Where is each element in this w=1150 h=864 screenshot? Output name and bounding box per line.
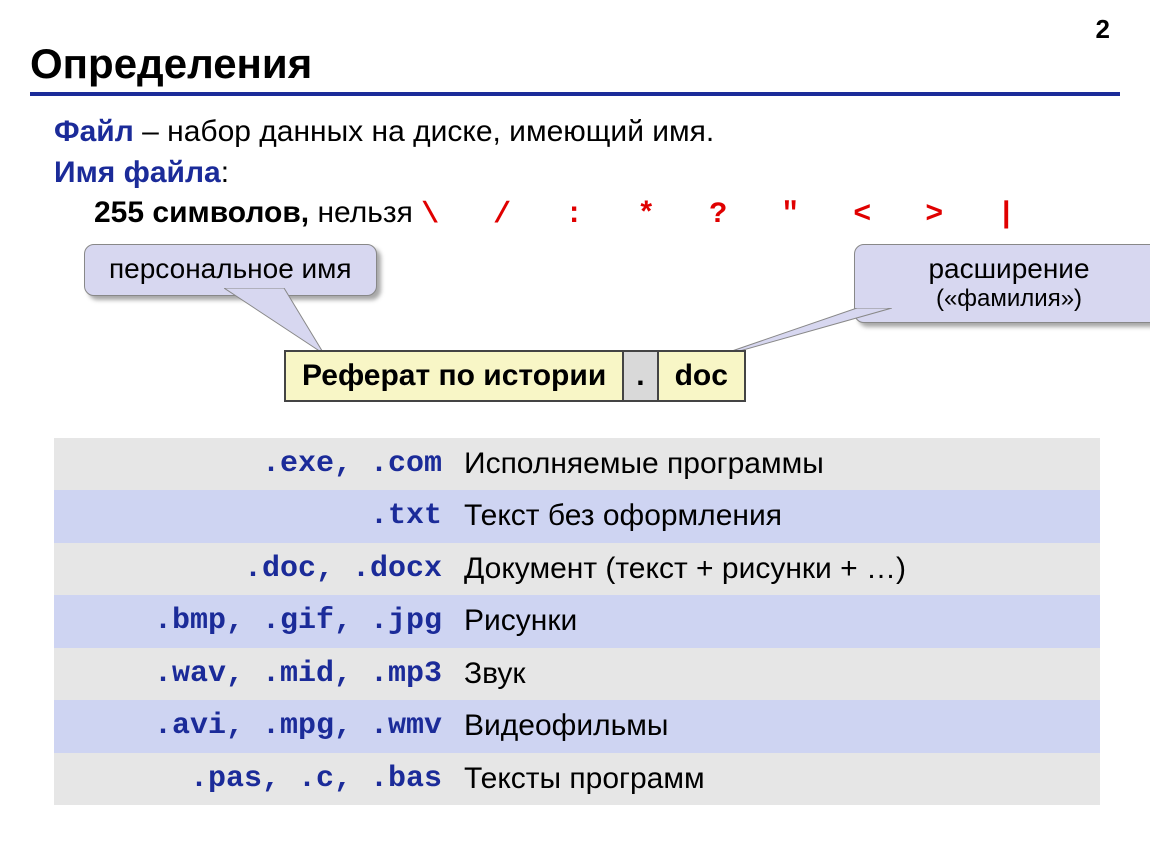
description-cell: Документ (текст + рисунки + …) — [456, 543, 1100, 596]
extension-cell: .txt — [54, 490, 456, 543]
description-cell: Видеофильмы — [456, 700, 1100, 753]
table-row: .wav, .mid, .mp3Звук — [54, 648, 1100, 701]
term-filename: Имя файла — [54, 156, 221, 189]
slide-body: Файл – набор данных на диске, имеющий им… — [30, 102, 1120, 805]
slide-title: Определения — [30, 40, 1120, 96]
rule-line: 255 символов, нельзя \ / : * ? ″ < > | — [54, 193, 1100, 236]
extension-cell: .doc, .docx — [54, 543, 456, 596]
description-cell: Текст без оформления — [456, 490, 1100, 543]
filename-base: Реферат по истории — [286, 352, 622, 401]
filename-ext: doc — [659, 352, 744, 401]
table-row: .doc, .docxДокумент (текст + рисунки + …… — [54, 543, 1100, 596]
table-row: .avi, .mpg, .wmvВидеофильмы — [54, 700, 1100, 753]
slide: Определения Файл – набор данных на диске… — [0, 0, 1150, 805]
callout-extension: расширение («фамилия») — [854, 244, 1150, 324]
rule-plain: нельзя — [309, 196, 421, 229]
table-row: .bmp, .gif, .jpgРисунки — [54, 595, 1100, 648]
table-row: .txtТекст без оформления — [54, 490, 1100, 543]
filename-heading: Имя файла: — [54, 153, 1100, 194]
extension-cell: .wav, .mid, .mp3 — [54, 648, 456, 701]
filename-dot: . — [622, 352, 658, 401]
table-row: .pas, .c, .basТексты программ — [54, 753, 1100, 806]
description-cell: Тексты программ — [456, 753, 1100, 806]
term-file: Файл — [54, 115, 134, 148]
callout-extension-sub: («фамилия») — [879, 285, 1139, 313]
filename-colon: : — [221, 156, 229, 189]
callout-extension-title: расширение — [928, 253, 1089, 284]
table-row: .exe, .comИсполняемые программы — [54, 438, 1100, 491]
description-cell: Звук — [456, 648, 1100, 701]
definition-line: Файл – набор данных на диске, имеющий им… — [54, 112, 1100, 153]
description-cell: Рисунки — [456, 595, 1100, 648]
page-number: 2 — [1096, 14, 1110, 45]
rule-limit: 255 символов, — [94, 196, 309, 229]
extensions-table: .exe, .comИсполняемые программы.txtТекст… — [54, 438, 1100, 806]
extension-cell: .bmp, .gif, .jpg — [54, 595, 456, 648]
callout-personal-name-text: персональное имя — [109, 253, 352, 284]
extension-cell: .exe, .com — [54, 438, 456, 491]
definition-sep: – — [134, 115, 167, 148]
filename-box: Реферат по истории . doc — [284, 350, 746, 403]
filename-illustration: персональное имя расширение («фамилия») … — [54, 244, 1100, 414]
definition-text: набор данных на диске, имеющий имя. — [167, 115, 714, 148]
extension-cell: .avi, .mpg, .wmv — [54, 700, 456, 753]
description-cell: Исполняемые программы — [456, 438, 1100, 491]
forbidden-chars: \ / : * ? ″ < > | — [421, 198, 1033, 232]
extension-cell: .pas, .c, .bas — [54, 753, 456, 806]
